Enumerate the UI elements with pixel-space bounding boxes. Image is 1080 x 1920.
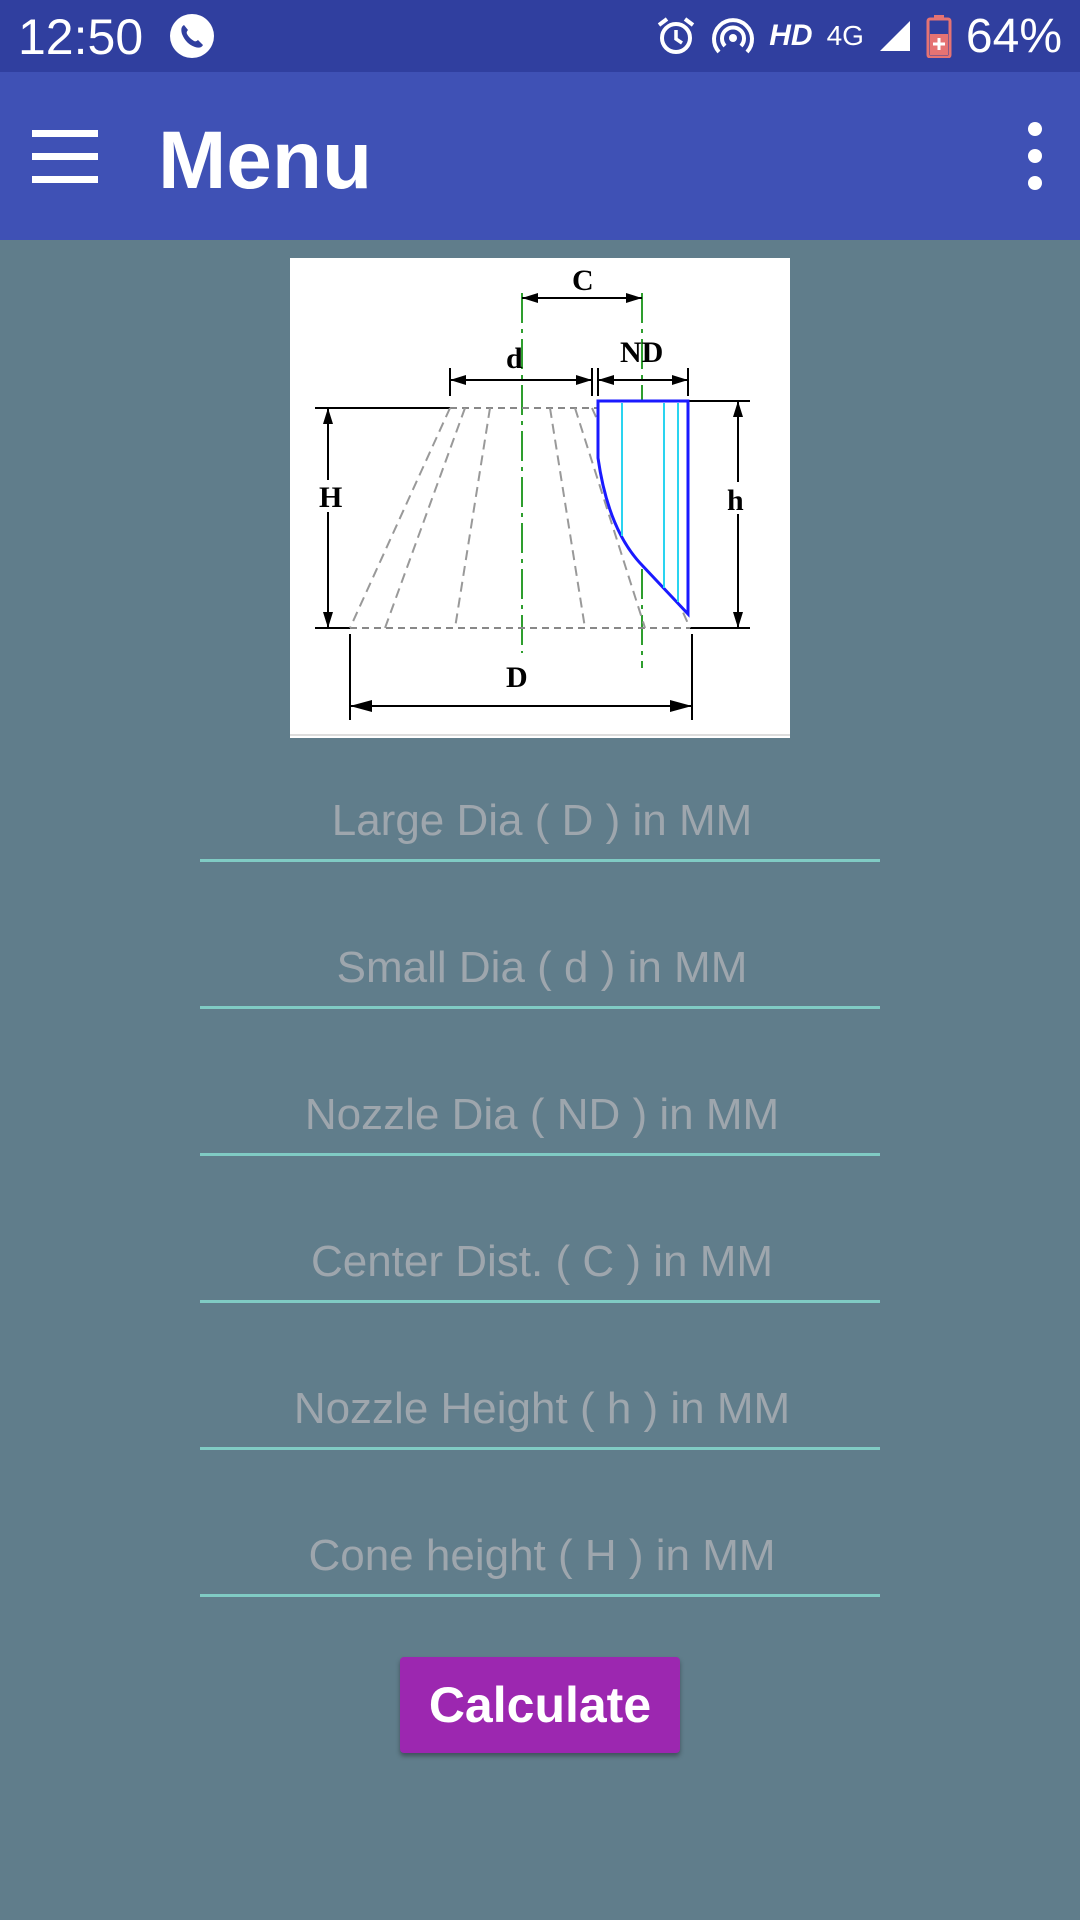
label-D: D — [506, 661, 528, 694]
large-dia-field — [200, 785, 884, 862]
calculate-button[interactable]: Calculate — [400, 1657, 680, 1753]
small-dia-field — [200, 932, 884, 1009]
label-ND: ND — [620, 336, 663, 369]
nozzle-height-field — [200, 1373, 884, 1450]
status-bar: 12:50 HD 4G 64% — [0, 0, 1080, 72]
label-d: d — [506, 342, 523, 375]
battery-percent: 64% — [965, 9, 1062, 63]
app-bar: Menu — [0, 72, 1080, 240]
network-type-label: 4G — [826, 20, 864, 51]
alarm-icon — [658, 17, 695, 54]
nozzle-height-input[interactable] — [200, 1373, 884, 1445]
label-H: H — [319, 481, 342, 514]
cone-nozzle-diagram: C d ND H h D — [290, 258, 790, 738]
nozzle-dia-input[interactable] — [200, 1079, 884, 1151]
small-dia-input[interactable] — [200, 932, 884, 1004]
label-h: h — [727, 484, 744, 517]
signal-icon — [879, 21, 910, 51]
overflow-menu-icon[interactable] — [1020, 122, 1050, 202]
hd-label: HD — [769, 19, 813, 52]
label-C: C — [572, 264, 594, 297]
status-time: 12:50 — [18, 9, 144, 65]
center-dist-field — [200, 1226, 884, 1303]
large-dia-input[interactable] — [200, 785, 884, 857]
status-icons: HD 4G 64% — [655, 8, 1062, 64]
center-dist-input[interactable] — [200, 1226, 884, 1298]
hamburger-menu-icon[interactable] — [32, 130, 98, 183]
cone-height-field — [200, 1520, 884, 1597]
page-title: Menu — [158, 115, 373, 206]
hotspot-icon — [712, 18, 755, 54]
phone-call-icon — [170, 14, 214, 58]
nozzle-dia-field — [200, 1079, 884, 1156]
battery-icon — [926, 15, 952, 58]
cone-height-input[interactable] — [200, 1520, 884, 1592]
